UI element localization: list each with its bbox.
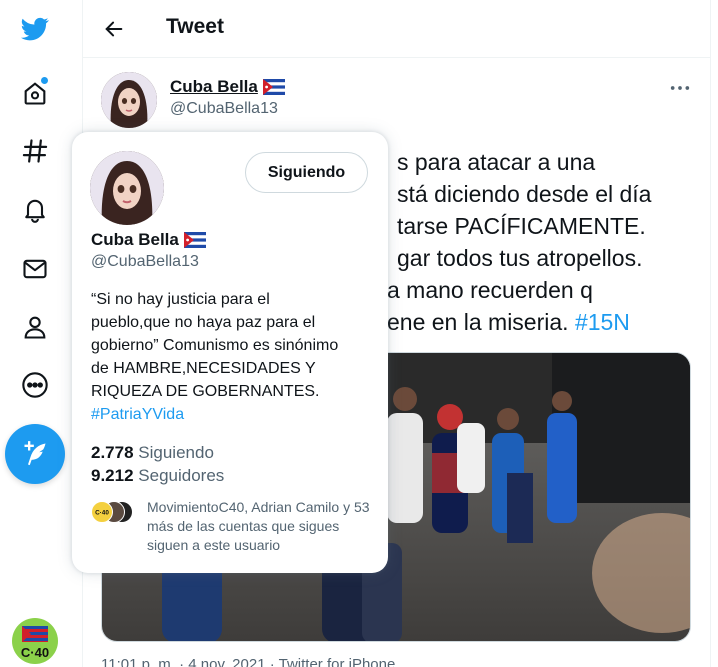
tweet-text-line: a mano recuerden q bbox=[387, 277, 593, 303]
author-handle: @CubaBella13 bbox=[170, 100, 278, 117]
tweet-text-line: ene en la miseria. #15N bbox=[387, 306, 630, 338]
author-avatar[interactable] bbox=[101, 72, 157, 128]
page-header: Tweet bbox=[83, 0, 710, 58]
mutual-followers-text: MovimientoC40, Adrian Camilo y 53 más de… bbox=[147, 499, 370, 553]
profile-person-icon[interactable] bbox=[12, 304, 58, 350]
following-count-link[interactable]: 2.778 Siguiendo bbox=[91, 441, 224, 464]
tweet-hashtag-link[interactable]: #15N bbox=[575, 309, 630, 335]
tweet-timestamp[interactable]: 11:01 p. m. · 4 nov. 2021 · Twitter for … bbox=[101, 656, 395, 667]
author-name: Cuba Bella bbox=[170, 77, 258, 96]
more-options-button[interactable] bbox=[666, 76, 694, 100]
more-circle-icon[interactable] bbox=[12, 362, 58, 408]
compose-tweet-button[interactable] bbox=[5, 424, 65, 484]
followers-label: Seguidores bbox=[138, 466, 225, 485]
tweet-text-line: stá diciendo desde el día bbox=[397, 181, 652, 207]
home-icon[interactable] bbox=[12, 70, 58, 116]
svg-text:C·40: C·40 bbox=[21, 645, 49, 660]
cuba-flag-icon bbox=[183, 232, 206, 248]
column-divider bbox=[710, 0, 711, 667]
hovercard-name-link[interactable]: Cuba Bella bbox=[91, 230, 206, 250]
ellipsis-icon bbox=[670, 86, 690, 90]
back-arrow-icon bbox=[105, 21, 123, 37]
messages-envelope-icon[interactable] bbox=[12, 246, 58, 292]
bio-line: RIQUEZA DE GOBERNANTES. bbox=[91, 383, 320, 400]
feather-plus-icon bbox=[24, 441, 46, 466]
following-button[interactable]: Siguiendo bbox=[245, 152, 368, 193]
mutual-avatar: C·40 bbox=[91, 501, 113, 523]
explore-hashtag-icon[interactable] bbox=[12, 128, 58, 174]
mutual-avatars: C·40 bbox=[91, 501, 135, 525]
bio-line: de HAMBRE,NECESIDADES Y bbox=[91, 360, 316, 377]
tweet-text-line: tarse PACÍFICAMENTE. bbox=[397, 213, 646, 239]
bio-line: “Si no hay justicia para el bbox=[91, 291, 270, 308]
hovercard-handle: @CubaBella13 bbox=[91, 253, 199, 270]
bio-hashtag-link[interactable]: #PatriaYVida bbox=[91, 403, 381, 426]
tweet-text-line: ene en la miseria. bbox=[387, 309, 569, 335]
back-button[interactable] bbox=[99, 14, 129, 44]
left-nav: C·40 bbox=[0, 0, 70, 667]
profile-hovercard: Siguiendo Cuba Bella @CubaBella13 “Si no… bbox=[72, 132, 388, 573]
tweet-text-line: gar todos tus atropellos. bbox=[397, 245, 643, 271]
notifications-bell-icon[interactable] bbox=[12, 186, 58, 232]
cuba-flag-icon bbox=[262, 79, 285, 95]
hovercard-name: Cuba Bella bbox=[91, 230, 179, 249]
followers-count: 9.212 bbox=[91, 466, 134, 485]
page-title: Tweet bbox=[166, 15, 224, 38]
notification-dot bbox=[40, 76, 49, 85]
bio-line: pueblo,que no haya paz para el bbox=[91, 314, 316, 331]
account-avatar[interactable]: C·40 bbox=[12, 618, 58, 664]
tweet-text-line: s para atacar a una bbox=[397, 149, 596, 175]
following-label: Siguiendo bbox=[138, 443, 214, 462]
hovercard-stats: 2.778 Siguiendo 9.212 Seguidores bbox=[91, 441, 224, 487]
svg-text:C·40: C·40 bbox=[95, 510, 109, 517]
author-name-link[interactable]: Cuba Bella bbox=[170, 77, 285, 97]
hovercard-bio: “Si no hay justicia para el pueblo,que n… bbox=[91, 288, 381, 426]
followers-count-link[interactable]: 9.212 Seguidores bbox=[91, 464, 224, 487]
hovercard-avatar[interactable] bbox=[90, 151, 164, 225]
following-count: 2.778 bbox=[91, 443, 134, 462]
bio-line: gobierno” Comunismo es sinónimo bbox=[91, 337, 339, 354]
twitter-logo-icon[interactable] bbox=[12, 6, 58, 52]
